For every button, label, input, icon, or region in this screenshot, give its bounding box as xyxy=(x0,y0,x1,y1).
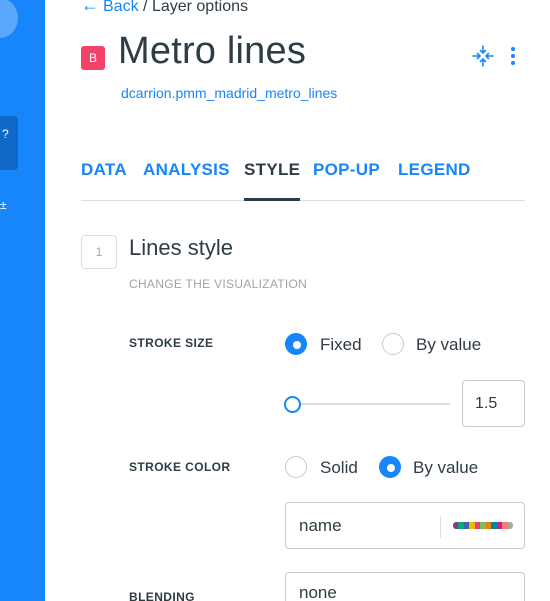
back-link[interactable]: Back xyxy=(103,0,139,15)
stroke-size-slider-track[interactable] xyxy=(293,403,450,405)
stroke-color-label: STROKE COLOR xyxy=(129,460,231,474)
collapse-arrows-icon[interactable] xyxy=(471,44,495,68)
stroke-size-slider-handle[interactable] xyxy=(284,396,301,413)
blending-select[interactable]: none xyxy=(285,572,525,601)
stroke-color-field-value: name xyxy=(299,516,342,535)
stroke-size-fixed-radio[interactable] xyxy=(285,333,307,355)
section-subtitle: CHANGE THE VISUALIZATION xyxy=(129,277,308,291)
blending-label: BLENDING xyxy=(129,590,195,601)
select-divider xyxy=(440,516,441,538)
stroke-color-by-value-radio[interactable] xyxy=(379,456,401,478)
breadcrumb-separator: / xyxy=(143,0,148,15)
tab-analysis[interactable]: ANALYSIS xyxy=(143,158,230,201)
left-sidebar: ? ± xyxy=(0,0,45,601)
breadcrumb-current: Layer options xyxy=(151,0,248,15)
vertical-dots-icon[interactable] xyxy=(508,44,518,68)
page-title[interactable]: Metro lines xyxy=(118,30,306,73)
stroke-color-by-value-label[interactable]: By value xyxy=(413,458,478,478)
section-title: Lines style xyxy=(129,235,233,260)
stroke-color-solid-label[interactable]: Solid xyxy=(320,458,358,478)
stroke-size-label: STROKE SIZE xyxy=(129,336,214,350)
sidebar-settings-button[interactable]: ± xyxy=(0,198,10,218)
step-number: 1 xyxy=(81,235,117,269)
avatar[interactable] xyxy=(0,0,18,38)
stroke-color-solid-radio[interactable] xyxy=(285,456,307,478)
breadcrumb: ← Back / Layer options xyxy=(81,0,248,16)
stroke-size-by-value-radio[interactable] xyxy=(382,333,404,355)
stroke-color-field-select[interactable]: name xyxy=(285,502,525,549)
color-ramp-swatch xyxy=(507,522,513,529)
arrow-left-icon[interactable]: ← xyxy=(81,0,99,15)
tab-pop-up[interactable]: POP-UP xyxy=(313,158,380,201)
tab-style[interactable]: STYLE xyxy=(244,158,301,201)
dataset-name-link[interactable]: dcarrion.pmm_madrid_metro_lines xyxy=(121,85,337,101)
color-ramp-picker[interactable] xyxy=(453,522,513,529)
stroke-size-by-value-label[interactable]: By value xyxy=(416,335,481,355)
stroke-size-input[interactable]: 1.5 xyxy=(462,380,525,427)
sidebar-layers-button[interactable]: ? xyxy=(0,116,18,170)
stroke-size-fixed-label[interactable]: Fixed xyxy=(320,335,362,355)
blending-value: none xyxy=(299,583,337,601)
tab-bar: DATA ANALYSIS STYLE POP-UP LEGEND xyxy=(81,158,525,201)
tab-data[interactable]: DATA xyxy=(81,158,127,201)
layer-badge: B xyxy=(81,46,105,70)
tab-legend[interactable]: LEGEND xyxy=(398,158,471,201)
